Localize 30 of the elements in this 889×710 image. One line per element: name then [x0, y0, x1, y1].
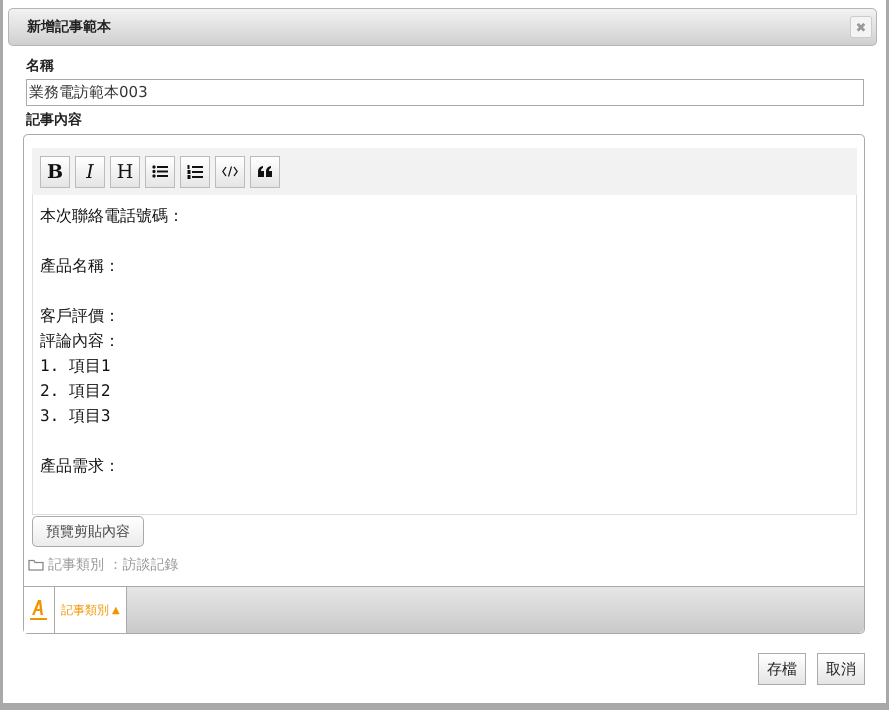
quote-icon — [258, 166, 272, 177]
numbered-list-button[interactable] — [180, 156, 210, 188]
numbered-list-icon — [187, 164, 203, 178]
category-text: 記事類別 ：訪談記錄 — [48, 556, 178, 574]
code-button[interactable] — [215, 156, 245, 188]
bold-button[interactable]: B — [40, 156, 70, 188]
bullet-list-button[interactable] — [145, 156, 175, 188]
preview-button[interactable]: 預覽剪貼內容 — [32, 516, 144, 547]
text-line: 3. 項目3 — [40, 405, 111, 427]
dialog-title: 新增記事範本 — [27, 18, 111, 36]
heading-button[interactable]: H — [110, 156, 140, 188]
text-line: 客戶評價： — [40, 305, 120, 327]
save-button[interactable]: 存檔 — [758, 653, 806, 685]
code-icon — [222, 166, 238, 177]
text-line: 產品需求： — [40, 455, 120, 477]
bullet-list-icon — [152, 165, 168, 178]
field-label: 記事內容 — [26, 112, 83, 128]
editor-area[interactable]: 本次聯絡電話號碼： 產品名稱： 客戶評價： 評論內容： 1. 項目1 2. 項目2 3. 項目3 產品需求： — [32, 195, 857, 515]
italic-button[interactable]: I — [75, 156, 105, 188]
text-color-icon[interactable] — [30, 599, 48, 621]
text-line: 本次聯絡電話號碼： — [40, 205, 184, 227]
text-line: 評論內容： — [40, 330, 120, 352]
field-label: 名稱 — [26, 58, 55, 74]
text-line: 產品名稱： — [40, 255, 120, 277]
cancel-button[interactable]: 取消 — [817, 653, 865, 685]
text-line: 2. 項目2 — [40, 380, 111, 402]
quote-button[interactable] — [250, 156, 280, 188]
folder-icon — [28, 559, 44, 571]
name-field[interactable]: 業務電訪範本003 — [26, 79, 864, 106]
text-line: 1. 項目1 — [40, 355, 111, 377]
